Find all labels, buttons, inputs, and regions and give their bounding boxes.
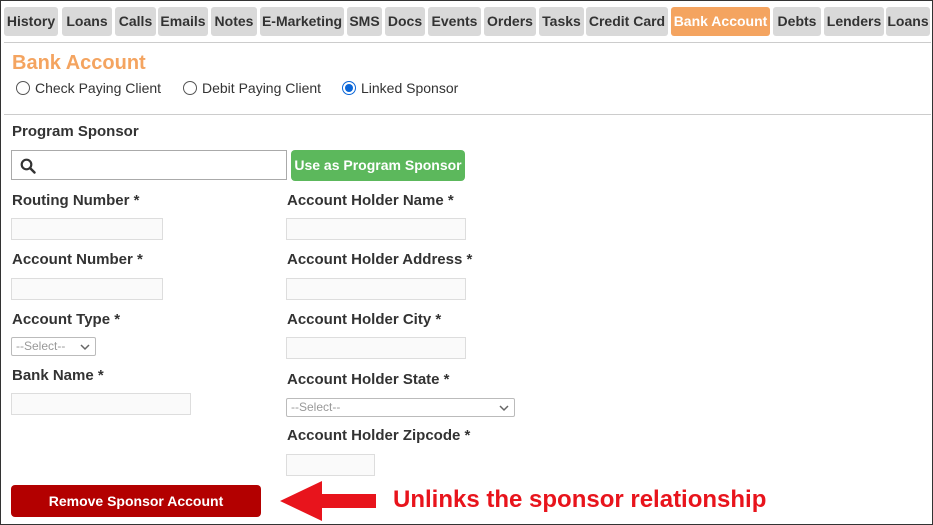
holder-state-select[interactable]: --Select-- [286, 398, 515, 417]
tab-e-marketing[interactable]: E-Marketing [260, 7, 344, 36]
account-type-select[interactable]: --Select-- [11, 337, 96, 356]
routing-number-input[interactable] [11, 218, 163, 240]
radio-label: Debit Paying Client [202, 80, 322, 96]
tab-lenders[interactable]: Lenders [824, 7, 884, 36]
select-value: --Select-- [291, 400, 341, 414]
holder-zipcode-input[interactable] [286, 454, 375, 476]
radio-label: Check Paying Client [35, 80, 162, 96]
holder-name-label: Account Holder Name * [287, 192, 454, 209]
tab-bank-account[interactable]: Bank Account [671, 7, 770, 36]
tab-debts[interactable]: Debts [773, 7, 821, 36]
radio-button-checked[interactable] [342, 81, 356, 95]
radio-button[interactable] [16, 81, 30, 95]
tab-docs[interactable]: Docs [385, 7, 425, 36]
account-number-label: Account Number * [12, 251, 143, 268]
section-divider [4, 114, 931, 115]
tab-sms[interactable]: SMS [347, 7, 382, 36]
tab-history[interactable]: History [4, 7, 58, 36]
tab-tasks[interactable]: Tasks [539, 7, 584, 36]
select-value: --Select-- [16, 339, 66, 353]
tab-notes[interactable]: Notes [211, 7, 257, 36]
chevron-down-icon [499, 405, 509, 412]
sponsor-search-input[interactable] [11, 150, 287, 180]
tab-loans-2[interactable]: Loans [886, 7, 930, 36]
radio-linked-sponsor[interactable]: Linked Sponsor [342, 80, 458, 96]
tab-divider [4, 42, 931, 43]
holder-address-label: Account Holder Address * [287, 251, 473, 268]
holder-address-input[interactable] [286, 278, 466, 300]
routing-number-label: Routing Number * [12, 192, 140, 209]
holder-name-input[interactable] [286, 218, 466, 240]
holder-state-label: Account Holder State * [287, 371, 450, 388]
search-icon [20, 158, 36, 174]
tab-events[interactable]: Events [428, 7, 481, 36]
program-sponsor-label: Program Sponsor [12, 123, 139, 140]
holder-city-input[interactable] [286, 337, 466, 359]
tab-credit-card[interactable]: Credit Card [586, 7, 668, 36]
account-number-input[interactable] [11, 278, 163, 300]
use-as-program-sponsor-button[interactable]: Use as Program Sponsor [291, 150, 465, 181]
tab-orders[interactable]: Orders [484, 7, 536, 36]
radio-debit-paying-client[interactable]: Debit Paying Client [183, 80, 321, 96]
annotation-text: Unlinks the sponsor relationship [393, 486, 767, 513]
holder-city-label: Account Holder City * [287, 311, 442, 328]
radio-check-paying-client[interactable]: Check Paying Client [16, 80, 161, 96]
radio-button[interactable] [183, 81, 197, 95]
arrow-left-icon [280, 481, 376, 521]
chevron-down-icon [80, 344, 90, 351]
bank-name-input[interactable] [11, 393, 191, 415]
remove-sponsor-account-button[interactable]: Remove Sponsor Account [11, 485, 261, 517]
tab-emails[interactable]: Emails [158, 7, 208, 36]
account-type-label: Account Type * [12, 311, 121, 328]
tab-calls[interactable]: Calls [115, 7, 156, 36]
radio-label: Linked Sponsor [361, 80, 459, 96]
section-title: Bank Account [12, 52, 146, 74]
tab-loans[interactable]: Loans [62, 7, 112, 36]
holder-zipcode-label: Account Holder Zipcode * [287, 427, 471, 444]
bank-name-label: Bank Name * [12, 367, 104, 384]
